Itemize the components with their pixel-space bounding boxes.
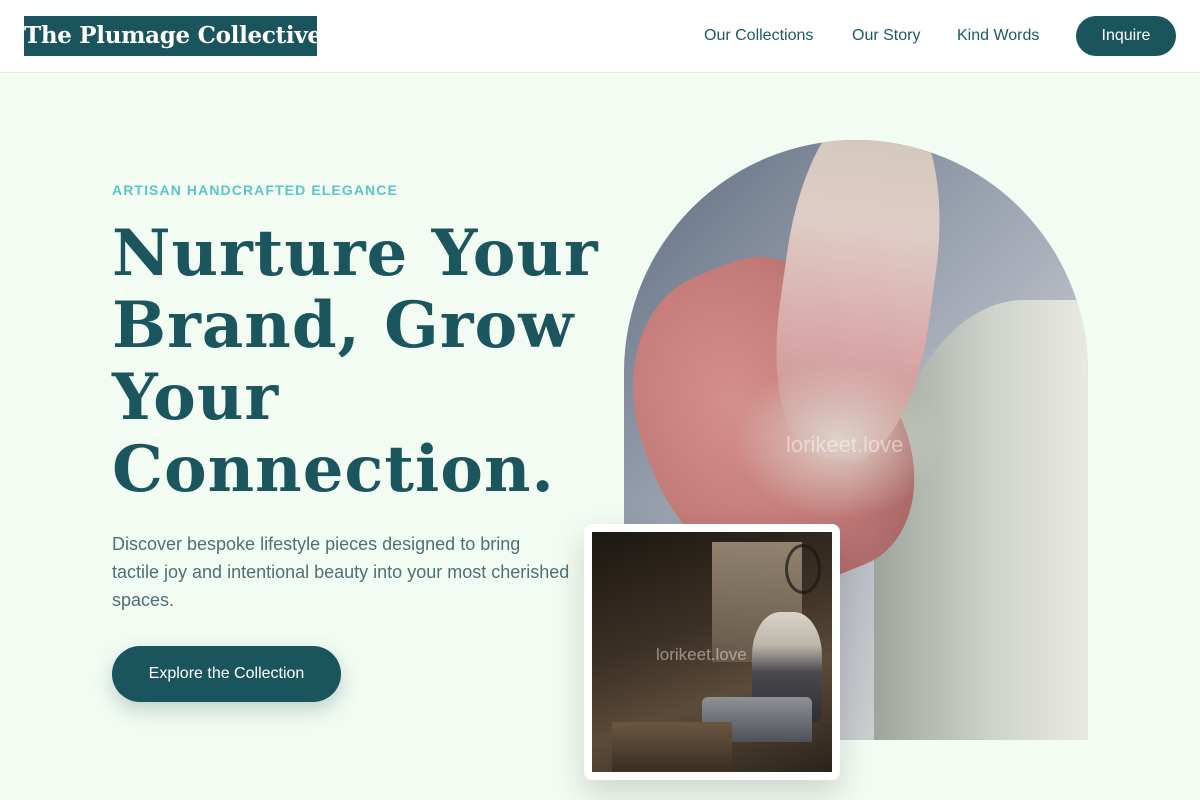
headline-line: Connection.: [112, 432, 555, 507]
hero-eyebrow: ARTISAN HANDCRAFTED ELEGANCE: [112, 182, 398, 198]
hero-subheading: Discover bespoke lifestyle pieces design…: [112, 534, 570, 610]
image-watermark: lorikeet.love: [656, 645, 747, 664]
blacksmith-photo: lorikeet.love: [592, 532, 832, 772]
headline-line: Your: [112, 360, 280, 435]
nav-link-our-story[interactable]: Our Story: [852, 26, 920, 46]
hero-headline: Nurture Your Brand, Grow Your Connection…: [112, 216, 599, 507]
workbench-shape: [612, 722, 732, 772]
image-watermark: lorikeet.love: [786, 432, 904, 457]
nav-link-kind-words[interactable]: Kind Words: [957, 26, 1039, 46]
nav-link-our-collections[interactable]: Our Collections: [704, 26, 813, 46]
explore-collection-button[interactable]: Explore the Collection: [112, 646, 341, 702]
wall-ornament-shape: [785, 544, 821, 594]
inquire-button[interactable]: Inquire: [1076, 16, 1176, 56]
inset-photo-frame: lorikeet.love: [584, 524, 840, 780]
headline-line: Brand, Grow: [112, 288, 575, 363]
headline-line: Nurture Your: [112, 216, 599, 291]
site-logo[interactable]: The Plumage Collective: [24, 16, 317, 56]
site-header: The Plumage Collective Our Collections O…: [0, 0, 1200, 73]
